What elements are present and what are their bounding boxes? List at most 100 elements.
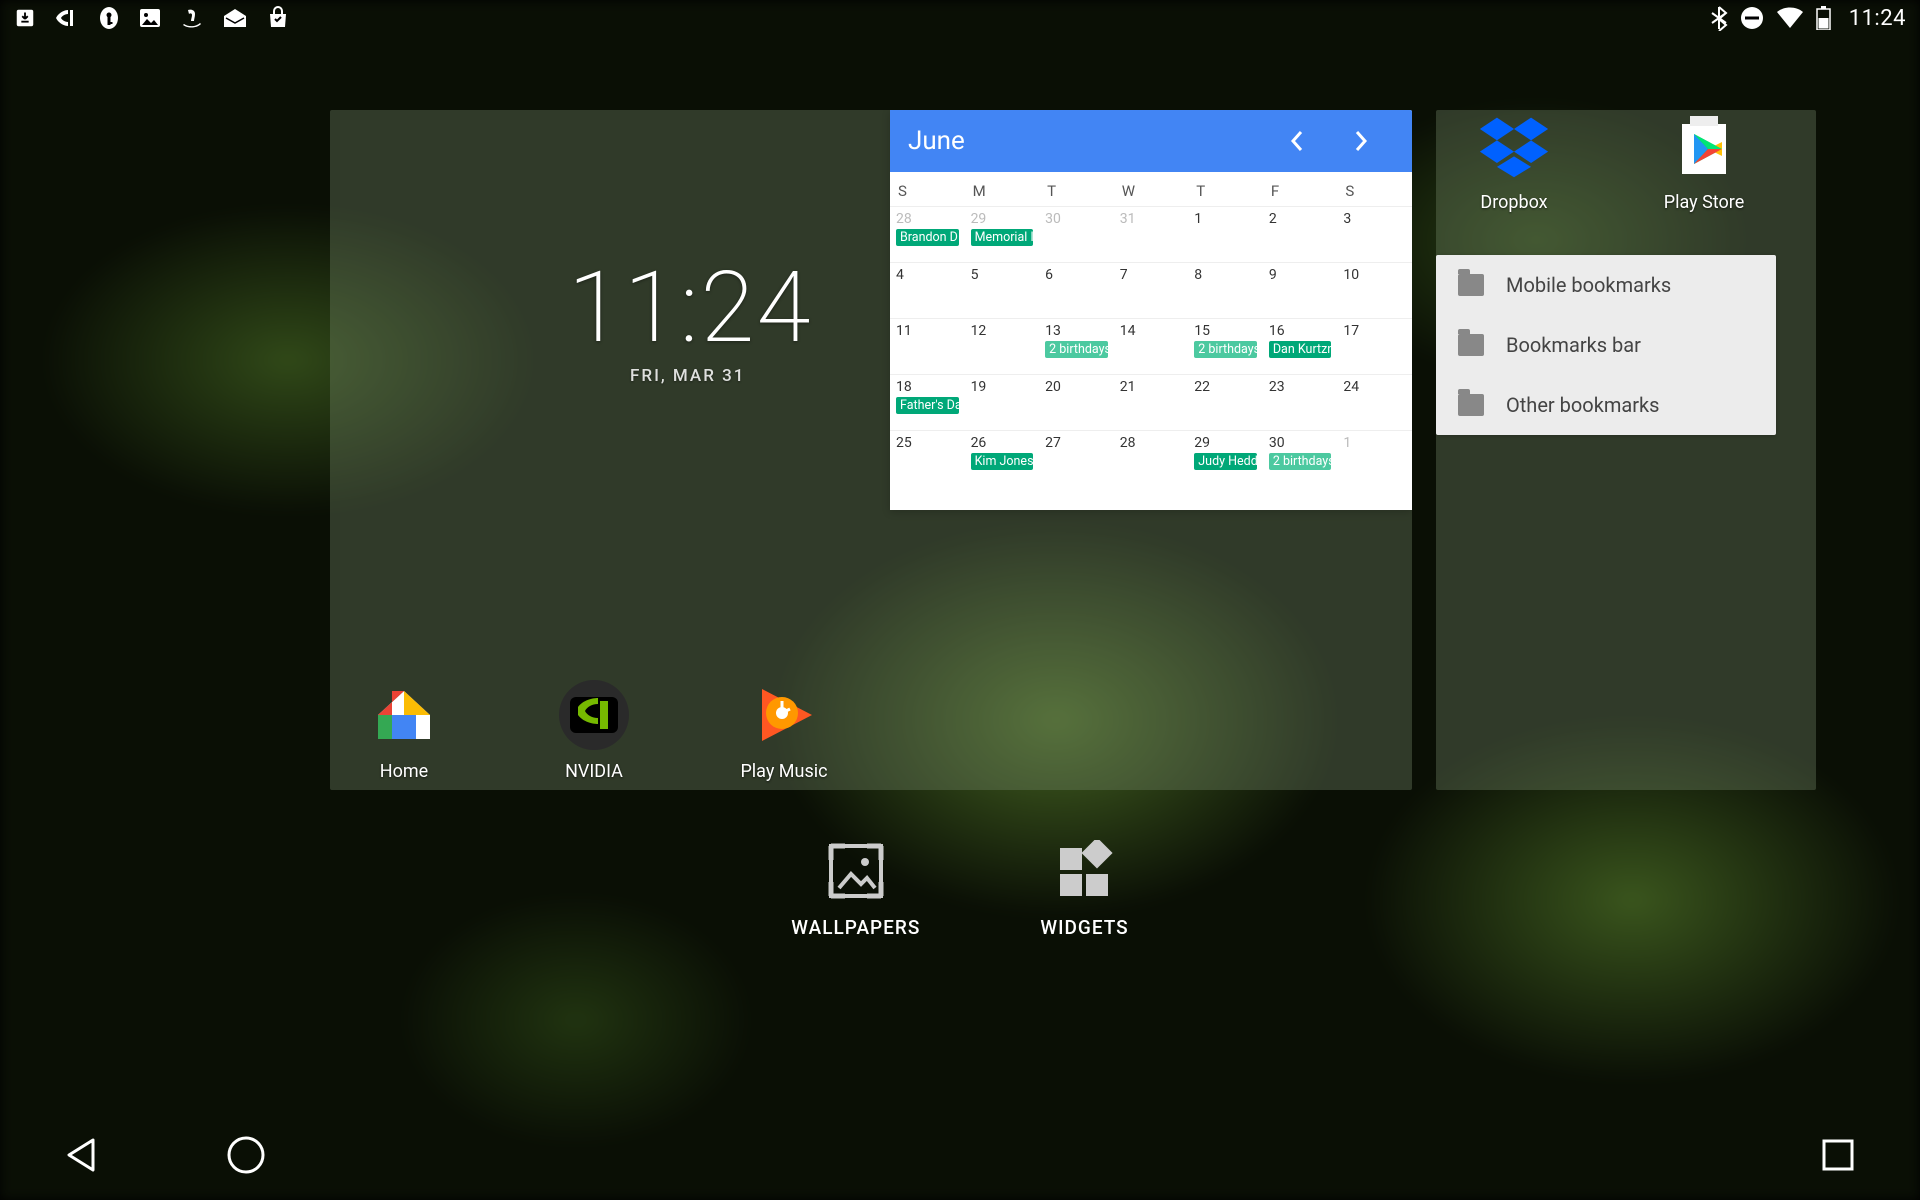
bookmark-label: Mobile bookmarks: [1506, 273, 1671, 297]
calendar-day-cell[interactable]: 24: [1337, 374, 1412, 430]
calendar-day-cell[interactable]: 16Dan Kurtzn: [1263, 318, 1338, 374]
calendar-day-cell[interactable]: 1: [1337, 430, 1412, 486]
calendar-day-number: 14: [1120, 323, 1183, 339]
status-time: 11:24: [1849, 6, 1906, 31]
calendar-day-cell[interactable]: 20: [1039, 374, 1114, 430]
calendar-day-number: 1: [1194, 211, 1257, 227]
image-icon: [138, 7, 162, 29]
app-label: Home: [380, 761, 428, 782]
calendar-day-cell[interactable]: 4: [890, 262, 965, 318]
calendar-event[interactable]: Memorial I: [971, 229, 1034, 246]
calendar-day-cell[interactable]: 27: [1039, 430, 1114, 486]
calendar-dow-cell: T: [1188, 172, 1263, 206]
widgets-button[interactable]: WIDGETS: [1040, 840, 1128, 939]
calendar-day-cell[interactable]: 19: [965, 374, 1040, 430]
bluetooth-icon: [1710, 5, 1728, 31]
calendar-next-button[interactable]: [1354, 130, 1394, 152]
calendar-event[interactable]: Kim Jones: [971, 453, 1034, 470]
side-apps-row: Dropbox Play Store: [1464, 110, 1754, 213]
app-play-store[interactable]: Play Store: [1654, 110, 1754, 213]
calendar-event[interactable]: Dan Kurtzn: [1269, 341, 1332, 358]
calendar-day-cell[interactable]: 3: [1337, 206, 1412, 262]
calendar-event[interactable]: Judy Hedd: [1194, 453, 1257, 470]
calendar-day-cell[interactable]: 29Judy Hedd: [1188, 430, 1263, 486]
app-label: Play Music: [740, 761, 827, 782]
calendar-day-cell[interactable]: 21: [1114, 374, 1189, 430]
calendar-dow-cell: T: [1039, 172, 1114, 206]
google-home-icon: [368, 679, 440, 751]
calendar-day-cell[interactable]: 2: [1263, 206, 1338, 262]
calendar-prev-button[interactable]: [1290, 130, 1330, 152]
calendar-day-cell[interactable]: 6: [1039, 262, 1114, 318]
calendar-day-cell[interactable]: 8: [1188, 262, 1263, 318]
calendar-day-number: 22: [1194, 379, 1257, 395]
status-bar: 11:24: [0, 0, 1920, 36]
calendar-day-cell[interactable]: 31: [1114, 206, 1189, 262]
bookmark-folder-other[interactable]: Other bookmarks: [1436, 375, 1776, 435]
calendar-day-cell[interactable]: 26Kim Jones: [965, 430, 1040, 486]
calendar-dow-cell: W: [1114, 172, 1189, 206]
nvidia-app-icon: [558, 679, 630, 751]
calendar-event[interactable]: 2 birthdays: [1269, 453, 1332, 470]
calendar-event[interactable]: 2 birthdays: [1045, 341, 1108, 358]
calendar-day-number: 18: [896, 379, 959, 395]
shop-icon: [266, 6, 290, 30]
bookmark-folder-mobile[interactable]: Mobile bookmarks: [1436, 255, 1776, 315]
calendar-event[interactable]: Father's Da: [896, 397, 959, 414]
calendar-day-number: 7: [1120, 267, 1183, 283]
nav-back-button[interactable]: [60, 1133, 104, 1177]
calendar-day-cell[interactable]: 25: [890, 430, 965, 486]
calendar-day-cell[interactable]: 302 birthdays: [1263, 430, 1338, 486]
calendar-dow-cell: F: [1263, 172, 1338, 206]
nav-recent-button[interactable]: [1816, 1133, 1860, 1177]
calendar-day-number: 9: [1269, 267, 1332, 283]
battery-icon: [1816, 6, 1831, 30]
calendar-header: June: [890, 110, 1412, 172]
calendar-day-cell[interactable]: 22: [1188, 374, 1263, 430]
app-play-music[interactable]: Play Music: [734, 679, 834, 782]
app-nvidia[interactable]: NVIDIA: [544, 679, 644, 782]
app-dropbox[interactable]: Dropbox: [1464, 110, 1564, 213]
app-home[interactable]: Home: [354, 679, 454, 782]
calendar-day-cell[interactable]: 17: [1337, 318, 1412, 374]
calendar-day-cell[interactable]: 1: [1188, 206, 1263, 262]
calendar-day-cell[interactable]: 12: [965, 318, 1040, 374]
calendar-day-cell[interactable]: 28: [1114, 430, 1189, 486]
play-music-icon: [748, 679, 820, 751]
calendar-event[interactable]: 2 birthdays: [1194, 341, 1257, 358]
calendar-day-cell[interactable]: 9: [1263, 262, 1338, 318]
folder-icon: [1458, 394, 1484, 416]
calendar-day-number: 31: [1120, 211, 1183, 227]
calendar-dow-cell: S: [890, 172, 965, 206]
calendar-day-cell[interactable]: 30: [1039, 206, 1114, 262]
nav-home-button[interactable]: [224, 1133, 268, 1177]
calendar-day-cell[interactable]: 152 birthdays: [1188, 318, 1263, 374]
dnd-icon: [1740, 6, 1764, 30]
calendar-day-number: 19: [971, 379, 1034, 395]
calendar-day-cell[interactable]: 14: [1114, 318, 1189, 374]
calendar-day-number: 3: [1343, 211, 1406, 227]
home-page-main[interactable]: 11:24 FRI, MAR 31 June SMTWTFS 28Brandon…: [330, 110, 1412, 790]
calendar-day-cell[interactable]: 132 birthdays: [1039, 318, 1114, 374]
home-page-side[interactable]: Dropbox Play Store Mobile bookmarks Book…: [1436, 110, 1816, 790]
calendar-day-cell[interactable]: 29Memorial I: [965, 206, 1040, 262]
calendar-day-cell[interactable]: 23: [1263, 374, 1338, 430]
calendar-day-cell[interactable]: 28Brandon D: [890, 206, 965, 262]
calendar-day-number: 25: [896, 435, 959, 451]
calendar-day-cell[interactable]: 7: [1114, 262, 1189, 318]
calendar-day-cell[interactable]: 11: [890, 318, 965, 374]
calendar-day-number: 11: [896, 323, 959, 339]
bookmarks-widget[interactable]: Mobile bookmarks Bookmarks bar Other boo…: [1436, 255, 1776, 435]
wallpapers-label: WALLPAPERS: [791, 916, 920, 939]
calendar-widget[interactable]: June SMTWTFS 28Brandon D29Memorial I3031…: [890, 110, 1412, 510]
calendar-day-cell[interactable]: 10: [1337, 262, 1412, 318]
calendar-day-number: 23: [1269, 379, 1332, 395]
calendar-event[interactable]: Brandon D: [896, 229, 959, 246]
app-label: Play Store: [1664, 192, 1745, 213]
calendar-day-cell[interactable]: 5: [965, 262, 1040, 318]
wallpapers-button[interactable]: WALLPAPERS: [791, 840, 920, 939]
play-store-icon: [1668, 110, 1740, 182]
bookmark-folder-bar[interactable]: Bookmarks bar: [1436, 315, 1776, 375]
calendar-day-cell[interactable]: 18 Father's Da: [890, 374, 965, 430]
key-icon: [98, 6, 120, 30]
